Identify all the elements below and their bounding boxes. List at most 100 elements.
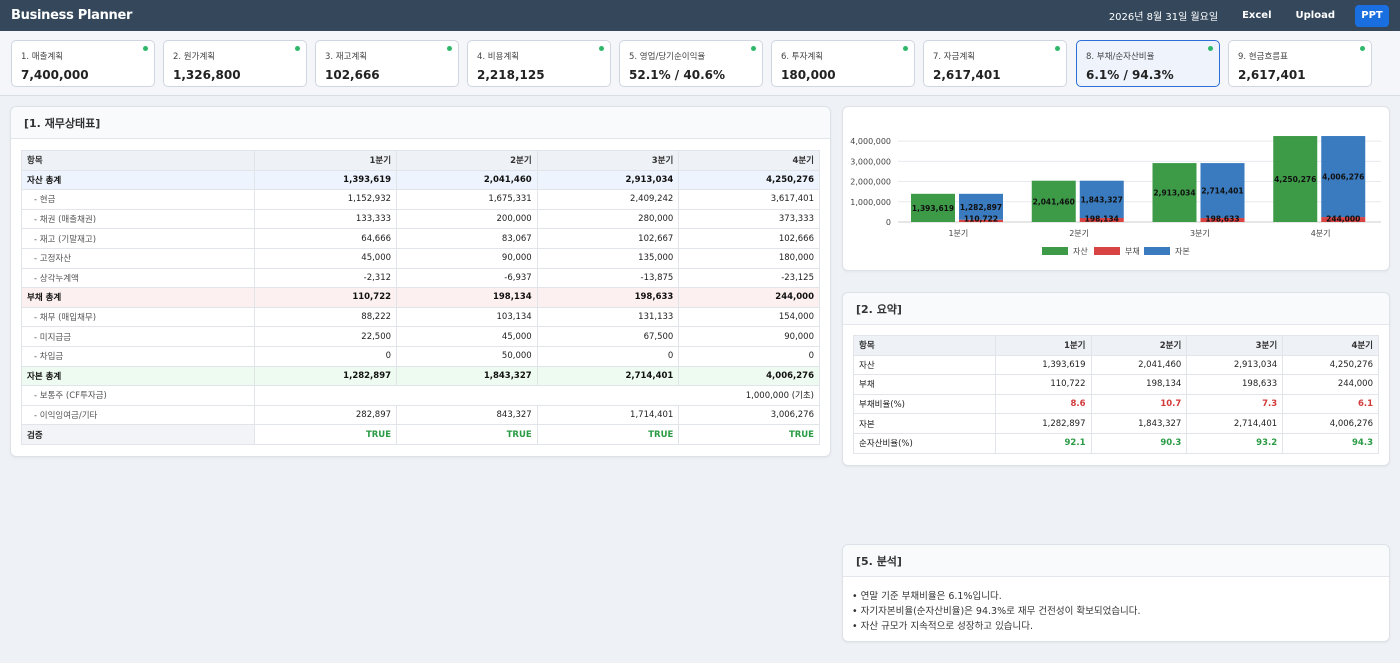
table-cell: 244,000 bbox=[678, 287, 820, 308]
table-cell: 93.2 bbox=[1186, 432, 1284, 454]
table-cell: 0 bbox=[536, 345, 680, 367]
kpi-card-debt-ratio[interactable]: 8. 부채/순자산비율 6.1% / 94.3% bbox=[1076, 40, 1220, 87]
table-cell: 4,250,276 bbox=[678, 169, 820, 191]
upload-button[interactable]: Upload bbox=[1296, 10, 1335, 21]
table-cell: 90,000 bbox=[396, 247, 538, 269]
kpi-card-value: 102,666 bbox=[325, 68, 380, 82]
summary-table-wrap: 항목 1분기 2분기 3분기 4분기 자산 1,393,619 2,041,46… bbox=[843, 325, 1389, 454]
kpi-card-value: 2,617,401 bbox=[933, 68, 1001, 82]
table-header-row: 항목 1분기 2분기 3분기 4분기 bbox=[853, 335, 1379, 356]
table-cell: 2,714,401 bbox=[536, 365, 680, 387]
kpi-card-label: 1. 매출계획 bbox=[21, 52, 64, 62]
table-row: - 차입금 0 50,000 0 0 bbox=[20, 345, 820, 367]
analysis-panel: [5. 분석] • 연말 기준 부채비율은 6.1%입니다. • 자기자본비율(… bbox=[842, 544, 1390, 642]
table-cell: -6,937 bbox=[396, 267, 538, 289]
status-dot bbox=[903, 46, 908, 51]
row-label: - 재고 (기말재고) bbox=[20, 228, 256, 249]
kpi-card-value: 1,326,800 bbox=[173, 68, 241, 82]
kpi-card-cash-flow[interactable]: 9. 현금흐름표 2,617,401 bbox=[1228, 40, 1372, 87]
kpi-card-cost[interactable]: 2. 원가계획 1,326,800 bbox=[163, 40, 307, 87]
table-cell: 1,393,619 bbox=[254, 169, 398, 191]
table-header-row: 항목 1분기 2분기 3분기 4분기 bbox=[20, 150, 820, 171]
table-cell: 90.3 bbox=[1090, 432, 1188, 454]
kpi-card-label: 8. 부채/순자산비율 bbox=[1086, 52, 1155, 62]
kpi-card-investment[interactable]: 6. 투자계획 180,000 bbox=[771, 40, 915, 87]
y-tick-label: 3,000,000 bbox=[850, 157, 891, 166]
data-label-asset: 4,250,276 bbox=[1274, 175, 1316, 184]
table-cell: 1,282,897 bbox=[994, 413, 1092, 434]
table-row-total-assets: 자산 총계 1,393,619 2,041,460 2,913,034 4,25… bbox=[20, 169, 820, 191]
table-cell: 0 bbox=[254, 345, 398, 367]
balance-sheet-title: [1. 재무상태표] bbox=[11, 107, 830, 139]
legend-swatch bbox=[1144, 247, 1170, 255]
row-label: - 미지급금 bbox=[20, 326, 256, 347]
table-cell: 1,714,401 bbox=[536, 404, 680, 426]
table-row: - 이익잉여금/기타 282,897 843,327 1,714,401 3,0… bbox=[20, 404, 820, 426]
kpi-card-value: 2,617,401 bbox=[1238, 68, 1306, 82]
table-cell: 6.1 bbox=[1282, 393, 1379, 415]
status-dot bbox=[447, 46, 452, 51]
chart-panel: 0 1,000,000 2,000,000 3,000,000 4,000,000 1,3… bbox=[842, 106, 1390, 271]
top-bar: Business Planner 2026년 8월 31일 월요일 Excel … bbox=[0, 0, 1400, 31]
column-header: 항목 bbox=[20, 150, 256, 171]
kpi-card-funding[interactable]: 7. 자금계획 2,617,401 bbox=[923, 40, 1067, 87]
data-label-asset: 1,393,619 bbox=[912, 204, 954, 213]
kpi-card-sales[interactable]: 1. 매출계획 7,400,000 bbox=[11, 40, 155, 87]
row-label: - 채무 (매입채무) bbox=[20, 306, 256, 328]
row-label: - 차입금 bbox=[20, 345, 256, 367]
kpi-card-expense[interactable]: 4. 비용계획 2,218,125 bbox=[467, 40, 611, 87]
table-cell: 244,000 bbox=[1282, 374, 1379, 395]
table-cell: 154,000 bbox=[678, 306, 820, 328]
y-tick-label: 1,000,000 bbox=[850, 198, 891, 207]
status-dot bbox=[1055, 46, 1060, 51]
table-row: 자본 1,282,897 1,843,327 2,714,401 4,006,2… bbox=[853, 413, 1379, 434]
balance-sheet-panel: [1. 재무상태표] 항목 1분기 2분기 3분기 4분기 자산 총계 1,39… bbox=[10, 106, 831, 457]
table-cell: 0 bbox=[678, 345, 820, 367]
table-cell: 1,000,000 (기초) bbox=[254, 385, 820, 406]
table-cell: TRUE bbox=[678, 424, 820, 445]
table-row: - 보통주 (CF투자금) 1,000,000 (기초) bbox=[20, 385, 820, 406]
table-cell: 1,675,331 bbox=[396, 189, 538, 210]
table-row-total-equity: 자본 총계 1,282,897 1,843,327 2,714,401 4,00… bbox=[20, 365, 820, 387]
table-row: 자산 1,393,619 2,041,460 2,913,034 4,250,2… bbox=[853, 354, 1379, 376]
kpi-card-value: 6.1% / 94.3% bbox=[1086, 68, 1174, 82]
table-cell: 2,714,401 bbox=[1186, 413, 1284, 434]
status-dot bbox=[751, 46, 756, 51]
kpi-card-label: 6. 투자계획 bbox=[781, 52, 824, 62]
ppt-button[interactable]: PPT bbox=[1355, 4, 1389, 27]
legend-label: 자산 bbox=[1073, 246, 1088, 256]
column-header: 2분기 bbox=[396, 150, 538, 171]
excel-button[interactable]: Excel bbox=[1242, 10, 1271, 21]
row-label: 자산 bbox=[853, 354, 996, 376]
top-bar-actions: 2026년 8월 31일 월요일 Excel Upload PPT bbox=[1109, 4, 1389, 27]
data-label-equity: 2,714,401 bbox=[1201, 187, 1243, 196]
table-row-total-liabilities: 부채 총계 110,722 198,134 198,633 244,000 bbox=[20, 287, 820, 308]
analysis-line: • 연말 기준 부채비율은 6.1%입니다. bbox=[852, 591, 1002, 602]
column-header: 3분기 bbox=[1186, 335, 1284, 356]
x-tick-label: 2분기 bbox=[1069, 229, 1089, 238]
row-label: 자본 bbox=[853, 413, 996, 434]
table-cell: 200,000 bbox=[396, 208, 538, 230]
kpi-card-bar: 1. 매출계획 7,400,000 2. 원가계획 1,326,800 3. 재고계… bbox=[0, 31, 1400, 96]
x-tick-label: 1분기 bbox=[948, 229, 968, 238]
analysis-line: • 자산 규모가 지속적으로 성장하고 있습니다. bbox=[852, 621, 1034, 632]
legend-swatch bbox=[1042, 247, 1068, 255]
data-label-liability: 110,722 bbox=[964, 215, 998, 224]
data-label-liability: 244,000 bbox=[1326, 215, 1360, 224]
row-label: - 고정자산 bbox=[20, 247, 256, 269]
data-label-equity: 1,843,327 bbox=[1081, 195, 1123, 204]
kpi-card-inventory[interactable]: 3. 재고계획 102,666 bbox=[315, 40, 459, 87]
balance-sheet-table-wrap: 항목 1분기 2분기 3분기 4분기 자산 총계 1,393,619 2,041… bbox=[11, 139, 830, 445]
table-row: - 상각누계액 -2,312 -6,937 -13,875 -23,125 bbox=[20, 267, 820, 289]
table-cell: 88,222 bbox=[254, 306, 398, 328]
table-cell: 2,041,460 bbox=[1090, 354, 1188, 376]
data-label-liability: 198,134 bbox=[1085, 215, 1119, 224]
kpi-card-profit-margin[interactable]: 5. 영업/당기순이익율 52.1% / 40.6% bbox=[619, 40, 763, 87]
table-cell: 1,393,619 bbox=[994, 354, 1092, 376]
status-dot bbox=[1208, 46, 1213, 51]
table-row-verification: 검증 TRUE TRUE TRUE TRUE bbox=[20, 424, 820, 445]
y-tick-label: 4,000,000 bbox=[850, 137, 891, 146]
table-cell: 2,913,034 bbox=[536, 169, 680, 191]
status-dot bbox=[295, 46, 300, 51]
table-cell: 2,409,242 bbox=[536, 189, 680, 210]
